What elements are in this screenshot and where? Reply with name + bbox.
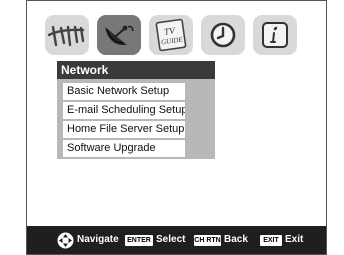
menu-item-basic-network-setup[interactable]: Basic Network Setup	[63, 83, 185, 100]
enter-key-badge: ENTER	[125, 235, 153, 246]
exit-key-badge: EXIT	[260, 235, 282, 246]
ch-rtn-key-badge: CH RTN	[194, 235, 221, 246]
antenna-icon[interactable]	[45, 15, 89, 55]
menu-item-email-scheduling-setup[interactable]: E-mail Scheduling Setup	[63, 102, 185, 119]
tv-guide-icon[interactable]: TV GUIDE	[149, 15, 193, 55]
back-label: Back	[224, 234, 248, 245]
clock-icon[interactable]	[201, 15, 245, 55]
navigate-dpad-icon	[57, 232, 74, 249]
menu-icon-bar: TV GUIDE	[45, 15, 307, 55]
navigate-label: Navigate	[77, 234, 119, 245]
satellite-dish-icon[interactable]	[97, 15, 141, 55]
select-label: Select	[156, 234, 186, 245]
footer-help-bar: Navigate ENTER Select CH RTN Back EXIT E…	[27, 226, 326, 254]
network-menu: Basic Network Setup E-mail Scheduling Se…	[57, 79, 215, 159]
menu-title: Network	[57, 61, 215, 79]
tv-screen: TV GUIDE Network Basic Network Setup E-m…	[26, 0, 327, 255]
info-icon[interactable]	[253, 15, 297, 55]
exit-label: Exit	[285, 234, 304, 245]
menu-item-home-file-server-setup[interactable]: Home File Server Setup	[63, 121, 185, 138]
menu-item-software-upgrade[interactable]: Software Upgrade	[63, 140, 185, 157]
